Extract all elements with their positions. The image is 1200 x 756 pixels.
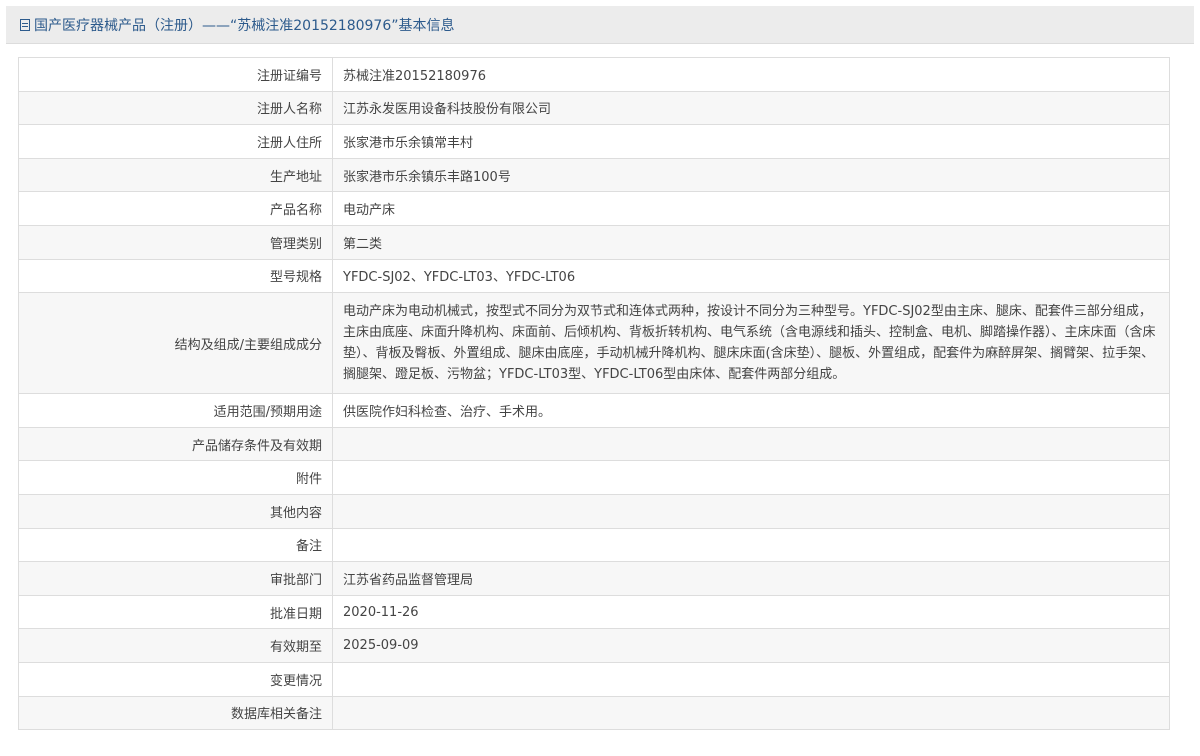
row-label: 产品名称 xyxy=(18,191,333,226)
table-row: 数据库相关备注 xyxy=(18,695,1170,731)
info-table: 注册证编号 苏械注准20152180976 注册人名称 江苏永发医用设备科技股份… xyxy=(18,57,1170,731)
row-value xyxy=(332,661,1170,697)
row-value xyxy=(332,460,1170,495)
row-value: 2025-09-09 xyxy=(332,628,1170,663)
row-value: 供医院作妇科检查、治疗、手术用。 xyxy=(332,393,1170,428)
row-value: 电动产床为电动机械式，按型式不同分为双节式和连体式两种，按设计不同分为三种型号。… xyxy=(332,292,1170,395)
page-title: 国产医疗器械产品（注册）——“苏械注准20152180976”基本信息 xyxy=(34,17,455,34)
row-value xyxy=(332,695,1170,731)
row-label: 注册人名称 xyxy=(18,90,333,126)
table-row: 管理类别 第二类 xyxy=(18,224,1170,260)
row-label: 注册证编号 xyxy=(18,57,333,92)
row-label: 适用范围/预期用途 xyxy=(18,393,333,428)
table-row: 有效期至 2025-09-09 xyxy=(18,628,1170,663)
row-value: 苏械注准20152180976 xyxy=(332,57,1170,92)
row-label: 结构及组成/主要组成成分 xyxy=(18,292,333,395)
row-value: 第二类 xyxy=(332,224,1170,260)
table-row: 型号规格 YFDC-SJ02、YFDC-LT03、YFDC-LT06 xyxy=(18,258,1170,294)
row-label: 附件 xyxy=(18,460,333,495)
table-row: 适用范围/预期用途 供医院作妇科检查、治疗、手术用。 xyxy=(18,393,1170,428)
row-label: 其他内容 xyxy=(18,493,333,529)
table-row: 产品储存条件及有效期 xyxy=(18,426,1170,462)
row-value: 2020-11-26 xyxy=(332,594,1170,630)
table-row: 附件 xyxy=(18,460,1170,495)
document-icon xyxy=(20,18,30,31)
table-row: 注册人住所 张家港市乐余镇常丰村 xyxy=(18,124,1170,159)
table-row: 审批部门 江苏省药品监督管理局 xyxy=(18,561,1170,596)
row-value xyxy=(332,527,1170,563)
row-value: YFDC-SJ02、YFDC-LT03、YFDC-LT06 xyxy=(332,258,1170,294)
table-row: 其他内容 xyxy=(18,493,1170,529)
table-row: 产品名称 电动产床 xyxy=(18,191,1170,226)
page: 国产医疗器械产品（注册）——“苏械注准20152180976”基本信息 注册证编… xyxy=(0,0,1200,756)
row-value xyxy=(332,493,1170,529)
row-value xyxy=(332,426,1170,462)
row-label: 有效期至 xyxy=(18,628,333,663)
table-row: 生产地址 张家港市乐余镇乐丰路100号 xyxy=(18,157,1170,193)
page-header: 国产医疗器械产品（注册）——“苏械注准20152180976”基本信息 xyxy=(6,6,1194,44)
row-label: 产品储存条件及有效期 xyxy=(18,426,333,462)
row-label: 生产地址 xyxy=(18,157,333,193)
row-label: 变更情况 xyxy=(18,661,333,697)
row-label: 型号规格 xyxy=(18,258,333,294)
table-row: 注册人名称 江苏永发医用设备科技股份有限公司 xyxy=(18,90,1170,126)
table-row: 变更情况 xyxy=(18,661,1170,697)
info-table-wrapper: 注册证编号 苏械注准20152180976 注册人名称 江苏永发医用设备科技股份… xyxy=(18,57,1170,731)
row-value: 电动产床 xyxy=(332,191,1170,226)
row-label: 注册人住所 xyxy=(18,124,333,159)
row-value: 张家港市乐余镇常丰村 xyxy=(332,124,1170,159)
row-value: 张家港市乐余镇乐丰路100号 xyxy=(332,157,1170,193)
row-label: 批准日期 xyxy=(18,594,333,630)
table-row: 结构及组成/主要组成成分 电动产床为电动机械式，按型式不同分为双节式和连体式两种… xyxy=(18,292,1170,395)
table-row: 注册证编号 苏械注准20152180976 xyxy=(18,57,1170,92)
row-label: 管理类别 xyxy=(18,224,333,260)
row-label: 审批部门 xyxy=(18,561,333,596)
table-row: 批准日期 2020-11-26 xyxy=(18,594,1170,630)
row-value: 江苏永发医用设备科技股份有限公司 xyxy=(332,90,1170,126)
table-row: 备注 xyxy=(18,527,1170,563)
row-label: 数据库相关备注 xyxy=(18,695,333,731)
row-label: 备注 xyxy=(18,527,333,563)
row-value: 江苏省药品监督管理局 xyxy=(332,561,1170,596)
